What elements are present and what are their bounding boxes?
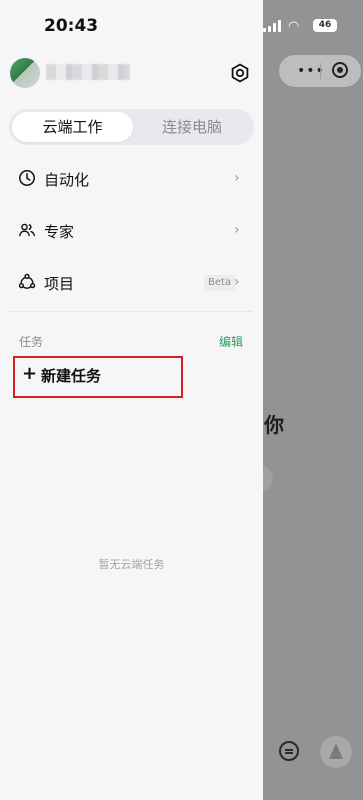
wifi-icon: ◠	[288, 19, 300, 34]
avatar[interactable]	[10, 58, 40, 88]
tab-cloud-work[interactable]: 云端工作	[12, 112, 133, 142]
tab-connect-pc[interactable]: 连接电脑	[133, 112, 251, 142]
divider	[10, 311, 253, 312]
close-target-icon[interactable]	[332, 62, 348, 78]
chevron-right-icon: ›	[234, 170, 240, 186]
capsule-divider	[320, 63, 321, 79]
new-task-button[interactable]: + 新建任务	[13, 356, 183, 398]
clock-time: 20:43	[44, 16, 99, 36]
new-task-label: 新建任务	[41, 367, 102, 385]
menu-item-label: 自动化	[44, 171, 90, 189]
side-drawer: 云端工作 连接电脑 自动化 › 专家 › 项目 Beta › 任务 编辑 + 新…	[0, 0, 263, 800]
mode-segmented-control: 云端工作 连接电脑	[9, 109, 254, 145]
menu-item-projects[interactable]: 项目 Beta ›	[0, 261, 263, 305]
menu-item-label: 专家	[44, 223, 75, 241]
settings-hexagon-icon[interactable]	[230, 63, 250, 83]
signal-icon	[263, 20, 281, 32]
keyboard-icon[interactable]	[279, 741, 299, 761]
beta-badge: Beta	[204, 275, 236, 291]
empty-tasks-message: 暂无云端任务	[98, 558, 165, 571]
edit-tasks-button[interactable]: 编辑	[219, 333, 243, 350]
user-profile[interactable]	[10, 58, 130, 88]
tasks-section-title: 任务	[19, 335, 44, 349]
greeting-text: 你	[264, 413, 284, 437]
user-name-redacted	[46, 64, 130, 80]
mini-program-capsule[interactable]: •••	[279, 55, 361, 87]
menu-item-experts[interactable]: 专家 ›	[0, 209, 263, 253]
send-button[interactable]	[320, 736, 352, 768]
chevron-right-icon: ›	[234, 222, 240, 238]
project-icon	[18, 273, 36, 289]
battery-icon: 46	[313, 19, 337, 32]
menu-item-label: 项目	[44, 275, 75, 293]
menu-item-automation[interactable]: 自动化 ›	[0, 157, 263, 201]
clock-icon	[19, 170, 35, 186]
users-icon	[19, 223, 35, 237]
plus-icon: +	[22, 363, 38, 384]
chevron-right-icon: ›	[234, 274, 240, 290]
status-bar: 20:43 ◠ 46	[0, 0, 363, 46]
